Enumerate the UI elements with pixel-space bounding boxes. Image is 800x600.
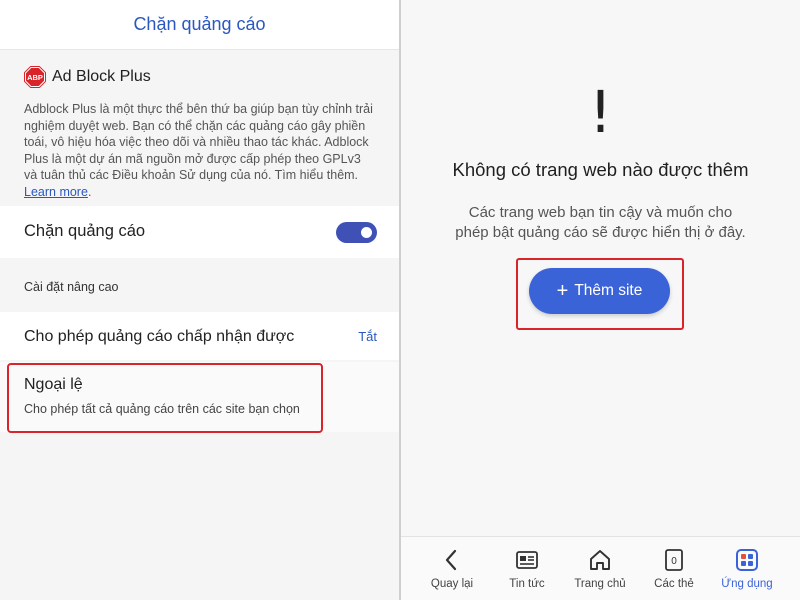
nav-news[interactable]: Tin tức — [487, 537, 567, 600]
empty-state-description: Các trang web bạn tin cậy và muốn cho ph… — [401, 203, 800, 243]
right-panel: ! Không có trang web nào được thêm Các t… — [401, 0, 800, 600]
nav-home-label: Trang chủ — [574, 578, 626, 590]
learn-more-link[interactable]: Learn more — [24, 185, 88, 199]
abp-logo-icon: ABP — [24, 66, 46, 88]
empty-state-description-line-1: Các trang web bạn tin cậy và muốn cho — [468, 204, 733, 221]
left-panel: Chặn quảng cáo ABP Ad Block Plus Adblock… — [0, 0, 399, 600]
toggle-knob — [361, 227, 372, 238]
abp-logo-text: ABP — [27, 73, 43, 82]
nav-back[interactable]: Quay lại — [412, 537, 492, 600]
extension-description-text: Adblock Plus là một thực thể bên thứ ba … — [24, 102, 373, 182]
allow-acceptable-ads-row[interactable]: Cho phép quảng cáo chấp nhận được Tắt — [0, 312, 399, 360]
home-icon — [590, 550, 610, 570]
allow-acceptable-ads-value[interactable]: Tắt — [358, 329, 377, 344]
apps-icon — [736, 549, 758, 571]
nav-tabs[interactable]: 0 Các thẻ — [634, 537, 714, 600]
tabs-count-badge: 0 — [671, 556, 677, 567]
news-icon — [516, 551, 538, 569]
nav-apps[interactable]: Ứng dụng — [707, 537, 787, 600]
empty-state-title: Không có trang web nào được thêm — [452, 159, 749, 180]
extension-name: Ad Block Plus — [52, 68, 151, 85]
screen-title: Chặn quảng cáo — [133, 14, 266, 34]
block-ads-label: Chặn quảng cáo — [24, 222, 146, 240]
bottom-navigation: Quay lại Tin tức Trang chủ 0 Các thẻ Ứng… — [401, 536, 800, 600]
nav-home[interactable]: Trang chủ — [560, 537, 640, 600]
extension-description: Adblock Plus là một thực thể bên thứ ba … — [24, 102, 373, 199]
block-ads-toggle[interactable] — [336, 222, 377, 243]
tabs-icon: 0 — [665, 549, 683, 571]
nav-news-label: Tin tức — [509, 578, 545, 590]
empty-state-description-line-2: phép bật quảng cáo sẽ được hiển thị ở đâ… — [455, 224, 746, 241]
advanced-settings-heading: Cài đặt nâng cao — [24, 280, 119, 294]
exclamation-icon: ! — [588, 78, 613, 146]
nav-apps-label: Ứng dụng — [721, 578, 773, 590]
highlight-box-add-site — [516, 258, 684, 330]
screen-header: Chặn quảng cáo — [0, 0, 399, 50]
back-icon — [445, 549, 457, 571]
nav-back-label: Quay lại — [430, 578, 474, 590]
highlight-box-exceptions — [7, 363, 323, 433]
nav-tabs-label: Các thẻ — [654, 578, 694, 590]
allow-acceptable-ads-label: Cho phép quảng cáo chấp nhận được — [24, 328, 295, 345]
